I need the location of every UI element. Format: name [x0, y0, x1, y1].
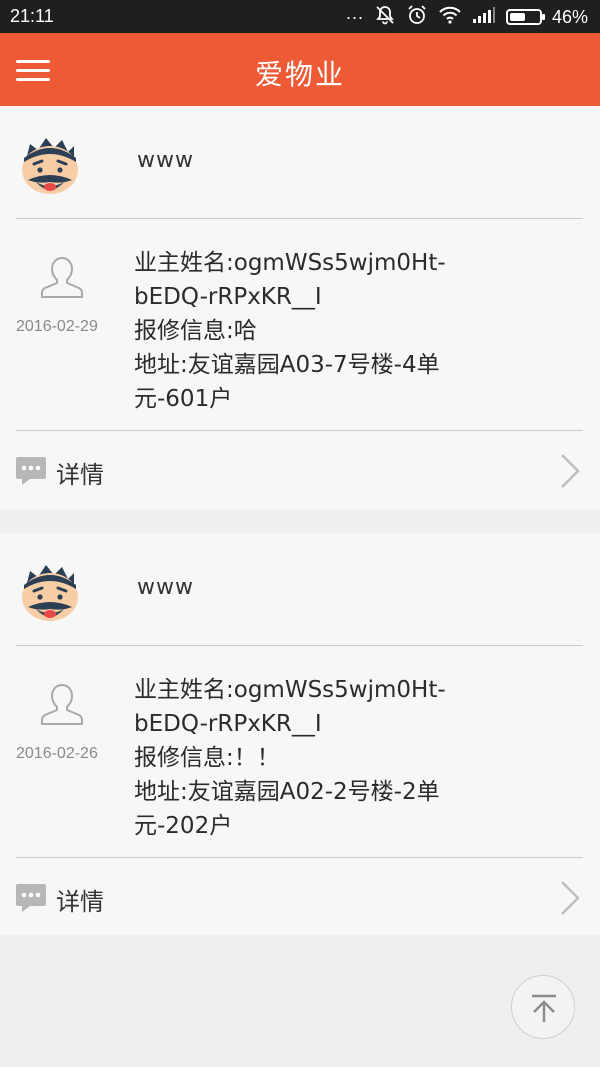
repair-info: 业主姓名:ogmWSs5wjm0Ht- bEDQ-rRPxKR__I 报修信息:…	[134, 673, 494, 843]
battery-percent: 46%	[551, 6, 588, 27]
battery-icon	[505, 9, 545, 25]
address-line-cont: 元-601户	[134, 386, 233, 412]
address-line-cont: 元-202户	[134, 813, 233, 839]
poster-row: www	[0, 106, 600, 218]
address-line: 地址:友谊嘉园A03-7号楼-4单	[134, 352, 440, 378]
repair-post-card: www 2016-02-29 业主姓名:ogmWSs5wjm0Ht- bEDQ-…	[0, 106, 600, 510]
chevron-right-icon	[556, 451, 584, 491]
user-placeholder-icon	[38, 254, 86, 302]
owner-name-line: 业主姓名:ogmWSs5wjm0Ht-	[134, 250, 446, 276]
comment-bubble-icon	[14, 880, 48, 914]
poster-row: www	[0, 533, 600, 645]
arrow-up-to-top-icon	[532, 994, 556, 1022]
cartoon-avatar-icon[interactable]	[16, 559, 84, 627]
alarm-clock-icon	[406, 4, 428, 31]
poster-name: www	[137, 575, 194, 600]
details-label: 详情	[56, 888, 104, 916]
more-dots-icon: ...	[345, 2, 364, 23]
post-date: 2016-02-26	[16, 745, 98, 762]
repair-info-line: 报修信息:哈	[134, 318, 257, 344]
mute-bell-icon	[374, 4, 396, 31]
details-label: 详情	[56, 461, 104, 489]
cellular-signal-icon	[472, 6, 496, 29]
owner-name-line-cont: bEDQ-rRPxKR__I	[134, 711, 322, 737]
owner-name-line-cont: bEDQ-rRPxKR__I	[134, 284, 322, 310]
app-header: 爱物业	[0, 33, 600, 106]
details-button[interactable]: 详情	[0, 431, 600, 509]
repair-info-line: 报修信息:！！	[134, 745, 280, 771]
repair-post-card: www 2016-02-26 业主姓名:ogmWSs5wjm0Ht- bEDQ-…	[0, 533, 600, 935]
owner-name-line: 业主姓名:ogmWSs5wjm0Ht-	[134, 677, 446, 703]
status-time: 21:11	[10, 6, 54, 26]
divider	[16, 645, 583, 646]
status-icons: ... 46%	[345, 2, 588, 31]
divider	[16, 218, 583, 219]
repair-info: 业主姓名:ogmWSs5wjm0Ht- bEDQ-rRPxKR__I 报修信息:…	[134, 246, 494, 416]
cartoon-avatar-icon[interactable]	[16, 132, 84, 200]
scroll-to-top-button[interactable]	[511, 975, 575, 1039]
address-line: 地址:友谊嘉园A02-2号楼-2单	[134, 779, 440, 805]
wifi-icon	[438, 5, 462, 30]
comment-bubble-icon	[14, 453, 48, 487]
post-date: 2016-02-29	[16, 318, 98, 335]
chevron-right-icon	[556, 878, 584, 918]
page-title: 爱物业	[254, 58, 345, 91]
details-button[interactable]: 详情	[0, 858, 600, 936]
poster-name: www	[137, 148, 194, 173]
status-bar: 21:11 ... 46%	[0, 0, 600, 33]
user-placeholder-icon	[38, 681, 86, 729]
